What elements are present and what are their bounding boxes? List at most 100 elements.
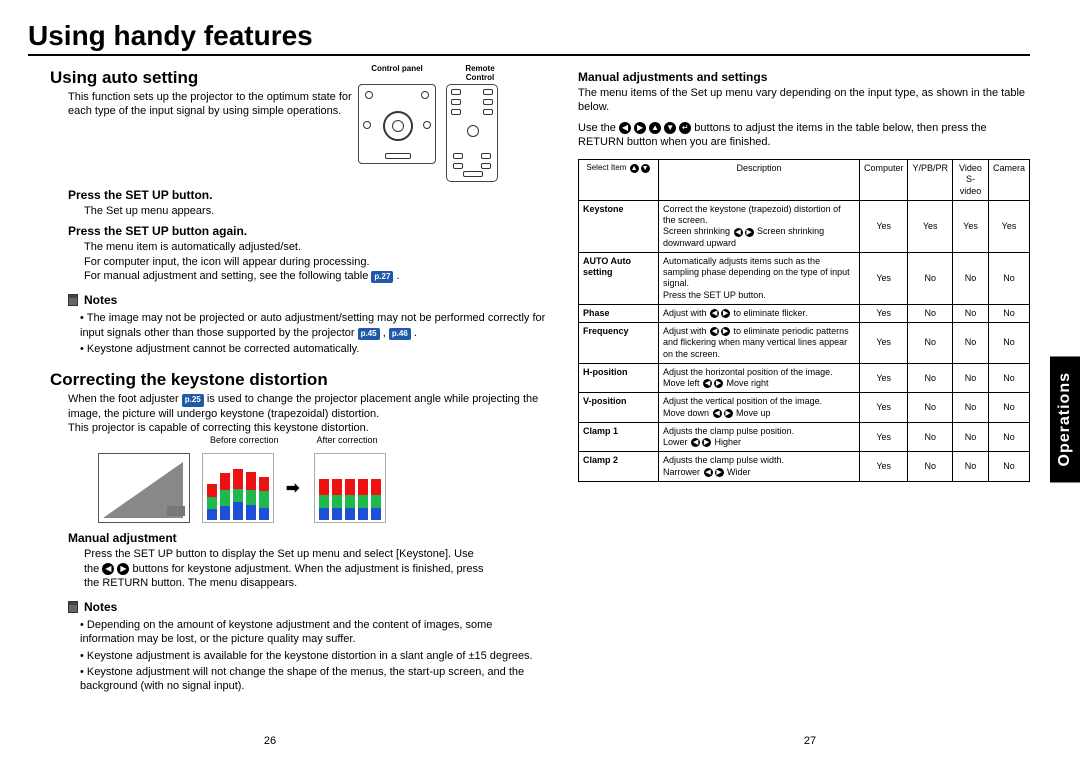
row-flag: Yes	[859, 304, 908, 322]
page-ref-45: p.45	[358, 328, 380, 340]
page-ref-25: p.25	[182, 394, 204, 406]
row-flag: No	[952, 323, 988, 364]
row-flag: No	[908, 323, 953, 364]
row-flag: No	[988, 304, 1029, 322]
manual-adj-text: Press the SET UP button to display the S…	[84, 547, 548, 590]
th-video: Video S-video	[952, 160, 988, 201]
keystone-heading: Correcting the keystone distortion	[50, 370, 548, 390]
table-row: H-positionAdjust the horizontal position…	[579, 363, 1030, 393]
page-left: 26	[264, 735, 276, 747]
page-ref-27: p.27	[371, 271, 393, 283]
row-name: Keystone	[579, 200, 659, 252]
two-column-layout: Using auto setting This function sets up…	[28, 64, 1030, 696]
row-flag: No	[908, 452, 953, 482]
row-flag: No	[988, 363, 1029, 393]
th-desc: Description	[659, 160, 860, 201]
row-flag: Yes	[952, 200, 988, 252]
page-right: 27	[804, 735, 816, 747]
manual-settings-intro: The menu items of the Set up menu vary d…	[578, 86, 1030, 115]
table-row: AUTO Auto settingAutomatically adjusts i…	[579, 252, 1030, 304]
m2: buttons for keystone adjustment. When th…	[132, 563, 483, 575]
key-note-1: Depending on the amount of keystone adju…	[80, 618, 548, 647]
table-row: KeystoneCorrect the keystone (trapezoid)…	[579, 200, 1030, 252]
row-name: Phase	[579, 304, 659, 322]
control-panel-label: Control panel	[358, 64, 436, 82]
notes-label-2: Notes	[84, 600, 117, 614]
m1: Press the SET UP button to display the S…	[84, 548, 474, 560]
row-flag: Yes	[859, 452, 908, 482]
note-icon	[68, 294, 78, 306]
row-desc: Adjusts the clamp pulse position.Lower ◀…	[659, 422, 860, 452]
row-flag: Yes	[859, 422, 908, 452]
page-numbers: 26 27	[0, 735, 1080, 747]
notes-label-1: Notes	[84, 293, 117, 307]
section-tab: Operations	[1050, 356, 1080, 482]
row-flag: Yes	[859, 252, 908, 304]
row-desc: Adjust with ◀▶ to eliminate flicker.	[659, 304, 860, 322]
th-computer: Computer	[859, 160, 908, 201]
row-flag: No	[952, 452, 988, 482]
down-arrow-icon: ▼	[664, 122, 676, 134]
row-flag: No	[908, 363, 953, 393]
auto-intro: This function sets up the projector to t…	[68, 90, 358, 119]
page-title: Using handy features	[28, 20, 1030, 56]
row-name: Clamp 2	[579, 452, 659, 482]
row-name: Clamp 1	[579, 422, 659, 452]
table-row: Clamp 2Adjusts the clamp pulse width.Nar…	[579, 452, 1030, 482]
step2-text1: The menu item is automatically adjusted/…	[84, 240, 548, 254]
row-flag: No	[908, 252, 953, 304]
note-icon	[68, 601, 78, 613]
row-flag: No	[952, 304, 988, 322]
arrow-icon: ➡	[286, 478, 302, 498]
step2-heading: Press the SET UP button again.	[68, 224, 548, 238]
row-flag: No	[988, 422, 1029, 452]
row-name: V-position	[579, 393, 659, 423]
right-arrow-icon: ▶	[634, 122, 646, 134]
table-row: Clamp 1Adjusts the clamp pulse position.…	[579, 422, 1030, 452]
up-arrow-icon: ▲	[649, 122, 661, 134]
table-row: FrequencyAdjust with ◀▶ to eliminate per…	[579, 323, 1030, 364]
right-arrow-icon: ▶	[117, 563, 129, 575]
row-desc: Adjusts the clamp pulse width.Narrower ◀…	[659, 452, 860, 482]
notes-heading-2: Notes	[68, 600, 548, 614]
left-arrow-icon: ◀	[619, 122, 631, 134]
row-flag: No	[988, 252, 1029, 304]
keystone-p1a: When the foot adjuster	[68, 393, 182, 405]
row-desc: Adjust the vertical position of the imag…	[659, 393, 860, 423]
keystone-p1: When the foot adjuster p.25 is used to c…	[68, 392, 548, 421]
before-label: Before correction	[210, 435, 279, 445]
row-desc: Correct the keystone (trapezoid) distort…	[659, 200, 860, 252]
keystone-p2: This projector is capable of correcting …	[68, 421, 548, 435]
row-name: AUTO Auto setting	[579, 252, 659, 304]
projection-triangle	[98, 453, 190, 523]
page-ref-46: p.46	[389, 328, 411, 340]
th-select: Select Item ▲▼	[579, 160, 659, 201]
right-column: Manual adjustments and settings The menu…	[578, 64, 1030, 696]
row-flag: No	[952, 363, 988, 393]
row-flag: No	[952, 422, 988, 452]
enter-icon: ↵	[679, 122, 691, 134]
row-flag: No	[908, 304, 953, 322]
row-desc: Adjust the horizontal position of the im…	[659, 363, 860, 393]
control-panel-diagram	[358, 84, 436, 164]
row-flag: Yes	[859, 323, 908, 364]
row-flag: No	[988, 323, 1029, 364]
row-name: Frequency	[579, 323, 659, 364]
after-label: After correction	[317, 435, 378, 445]
table-row: V-positionAdjust the vertical position o…	[579, 393, 1030, 423]
table-header-row: Select Item ▲▼ Description Computer Y/PB…	[579, 160, 1030, 201]
comma: ,	[380, 327, 389, 339]
after-chart	[314, 453, 386, 523]
row-name: H-position	[579, 363, 659, 393]
left-column: Using auto setting This function sets up…	[28, 64, 548, 696]
step2-text2: For computer input, the icon will appear…	[84, 255, 548, 269]
row-flag: No	[988, 393, 1029, 423]
step1-text: The Set up menu appears.	[84, 204, 548, 218]
row-flag: No	[952, 393, 988, 423]
auto-note-1a: The image may not be projected or auto a…	[80, 312, 545, 338]
key-note-2: Keystone adjustment is available for the…	[80, 649, 548, 663]
m3: the RETURN button. The menu disappears.	[84, 577, 297, 589]
th-ypbpr: Y/PB/PR	[908, 160, 953, 201]
row-flag: No	[952, 252, 988, 304]
row-flag: Yes	[859, 393, 908, 423]
